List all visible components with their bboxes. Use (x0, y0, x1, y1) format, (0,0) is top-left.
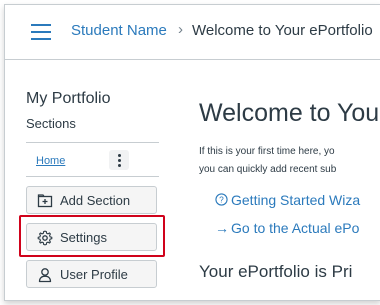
getting-started-label: Getting Started Wiza (231, 192, 361, 208)
question-glyph: ? (219, 195, 224, 205)
privacy-heading: Your ePortfolio is Pri (199, 262, 353, 281)
arrow-right-icon: → (215, 220, 229, 236)
add-section-label: Add Section (60, 193, 131, 208)
user-profile-button[interactable]: User Profile (26, 260, 157, 288)
intro-line-2: you can quickly add recent sub (199, 164, 337, 175)
intro-text: If this is your first time here, yo you … (199, 143, 336, 179)
question-circle-icon: ? (215, 192, 231, 208)
breadcrumb-student[interactable]: Student Name (71, 22, 167, 39)
add-section-button[interactable]: Add Section (26, 186, 157, 214)
page-title: Welcome to Your (199, 99, 380, 127)
main-content: Welcome to Your If this is your first ti… (175, 59, 380, 300)
divider (26, 176, 159, 177)
breadcrumb-current: Welcome to Your ePortfolio (192, 22, 373, 39)
go-to-eportfolio-link[interactable]: → Go to the Actual ePo (215, 220, 359, 236)
sections-label: Sections (26, 116, 76, 131)
portfolio-title: My Portfolio (26, 90, 111, 107)
breadcrumb-separator-icon: › (178, 21, 183, 38)
section-options-kebab-icon[interactable] (109, 150, 129, 170)
app-window: Student Name › Welcome to Your ePortfoli… (4, 4, 380, 301)
settings-highlight-box (19, 215, 165, 257)
top-navigation: Student Name › Welcome to Your ePortfoli… (5, 5, 380, 60)
go-to-eportfolio-label: Go to the Actual ePo (231, 220, 360, 236)
user-profile-label: User Profile (60, 267, 128, 282)
hamburger-menu-icon[interactable] (31, 24, 51, 40)
getting-started-link[interactable]: ? Getting Started Wiza (215, 192, 360, 208)
user-icon (37, 267, 53, 283)
divider (26, 142, 159, 143)
sidebar: My Portfolio Sections Home Add Section S… (5, 59, 175, 300)
section-home-link[interactable]: Home (36, 155, 65, 167)
intro-line-1: If this is your first time here, yo (199, 146, 335, 157)
add-section-icon (37, 193, 53, 209)
